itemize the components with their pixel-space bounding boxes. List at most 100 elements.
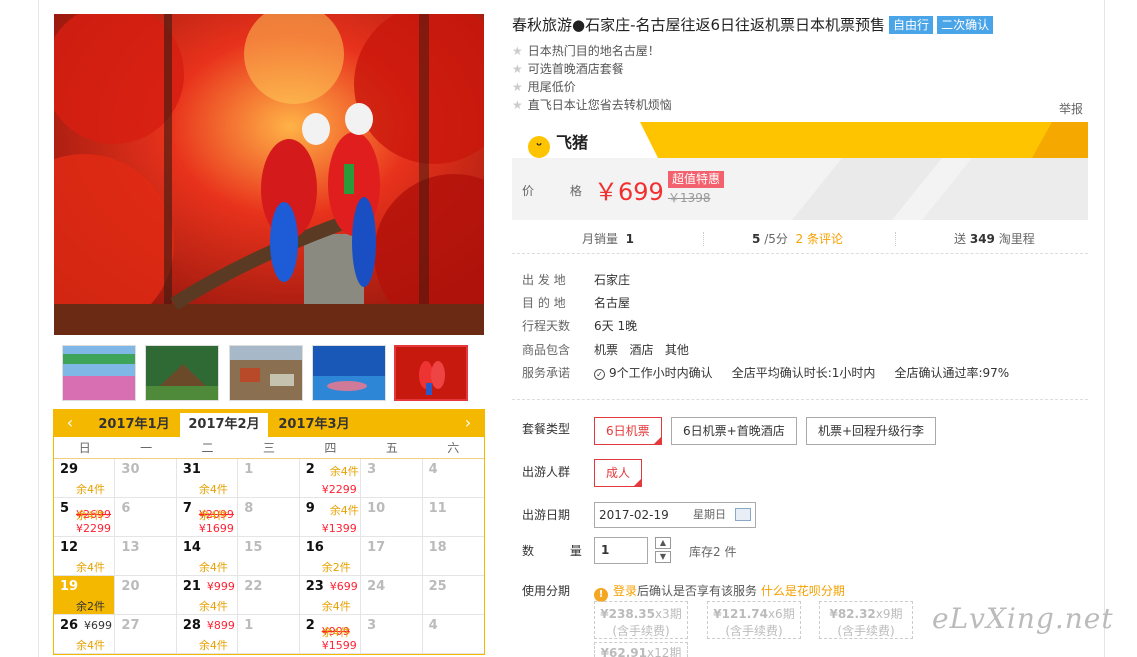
crowd-option-adult[interactable]: 成人 xyxy=(594,459,643,487)
login-link[interactable]: 登录 xyxy=(613,584,637,598)
attr-days: 行程天数 6天 1晚 xyxy=(522,317,637,334)
weekday-sat: 六 xyxy=(447,441,460,455)
installment-option-9[interactable]: ¥82.32x9期 (含手续费) xyxy=(819,601,913,639)
installment-option-3[interactable]: ¥238.35x3期 (含手续费) xyxy=(594,601,688,639)
quantity-input[interactable]: 1 xyxy=(594,537,648,564)
feature-item: ★ 甩尾低价 xyxy=(512,78,576,95)
monthly-sales-label: 月销量 xyxy=(582,232,619,246)
thumbnail-1[interactable] xyxy=(62,345,136,401)
calendar-day[interactable]: 2 ¥999 余4件 ¥1599 xyxy=(299,615,362,654)
calendar-day[interactable]: 12 余4件 xyxy=(54,537,116,576)
thumbnail-4[interactable] xyxy=(312,345,386,401)
calendar-day: 13 xyxy=(115,537,177,576)
day-stock: 余4件 xyxy=(198,509,228,522)
day-number: 28 xyxy=(182,618,201,633)
calendar-day[interactable]: 9 余4件 ¥1399 xyxy=(299,498,362,537)
stats-bar: 月销量 1 5 /5分 2 条评论 送 349 淘里程 xyxy=(512,226,1088,254)
feature-item: ★ 日本热门目的地名古屋！ xyxy=(512,42,660,59)
day-stock: 余4件 xyxy=(76,509,105,522)
day-number: 19 xyxy=(60,579,79,594)
day-number: 1 xyxy=(244,462,254,477)
day-stock: 余4件 xyxy=(321,600,351,613)
calendar-day[interactable]: 2 余4件 ¥2299 xyxy=(299,459,362,498)
installment-price: ¥82.32 xyxy=(829,607,876,621)
points-suffix: 淘里程 xyxy=(998,232,1035,246)
thumbnail-2[interactable] xyxy=(145,345,219,401)
date-label: 出游日期 xyxy=(522,508,571,522)
calendar-day[interactable]: 14 余4件 xyxy=(176,537,239,576)
calendar-day[interactable]: 23 ¥699 余4件 xyxy=(299,576,362,615)
day-price: ¥699 xyxy=(84,619,112,632)
day-number: 18 xyxy=(428,540,447,555)
tab-month-jan[interactable]: 2017年1月 xyxy=(90,413,178,437)
calendar-day[interactable]: 28 ¥899 余4件 xyxy=(176,615,239,654)
stock-count: 库存2 件 xyxy=(689,545,737,559)
next-month-arrow-icon[interactable]: › xyxy=(456,413,480,432)
calendar-day[interactable]: 5 ¥2699 余4件 ¥2299 xyxy=(54,498,116,537)
tab-month-feb[interactable]: 2017年2月 xyxy=(180,413,268,437)
day-stock: 余4件 xyxy=(198,561,228,574)
installment-option-6[interactable]: ¥121.74x6期 (含手续费) xyxy=(707,601,801,639)
day-number: 16 xyxy=(305,540,324,555)
package-option-luggage[interactable]: 机票+回程升级行李 xyxy=(806,417,937,445)
calendar-grid: 29 余4件 30 31 余4件 1 2 余4件 ¥2299 3 4 5 ¥2699 余4件 ¥2299 6 7… xyxy=(54,459,484,654)
calendar-day[interactable]: 16 余2件 xyxy=(299,537,362,576)
calendar-day[interactable]: 26 ¥699 余4件 xyxy=(54,615,116,654)
calendar-day: 10 xyxy=(361,498,423,537)
day-stock: 余2件 xyxy=(321,561,351,574)
day-number: 29 xyxy=(60,462,79,477)
calendar-day[interactable]: 21 ¥999 余4件 xyxy=(176,576,239,615)
day-number: 6 xyxy=(121,501,131,516)
calendar-day: 30 xyxy=(115,459,177,498)
travel-date-input[interactable]: 2017-02-19 星期日 xyxy=(594,502,756,528)
original-price: ￥1398 xyxy=(668,191,711,205)
day-number: 23 xyxy=(305,579,324,594)
attr-key: 出 发 地 xyxy=(522,273,566,287)
thumbnail-3[interactable] xyxy=(229,345,303,401)
calendar-day[interactable]: 7 ¥2099 余4件 ¥1699 xyxy=(176,498,239,537)
day-number: 4 xyxy=(428,618,438,633)
feature-item: ★ 可选首晚酒店套餐 xyxy=(512,60,624,77)
rating: 5 /5分 2 条评论 xyxy=(752,230,843,247)
installment-option-12[interactable]: ¥62.91x12期 xyxy=(594,642,688,657)
day-number: 21 xyxy=(182,579,201,594)
day-stock: 余4件 xyxy=(198,639,228,652)
what-is-huabei-link[interactable]: 什么是花呗分期 xyxy=(761,584,845,598)
rating-suffix: /5分 xyxy=(764,232,788,246)
weekday-thu: 四 xyxy=(324,441,337,455)
report-link[interactable]: 举报 xyxy=(1059,100,1083,117)
calendar-day: 1 xyxy=(238,459,300,498)
package-option-flight-hotel[interactable]: 6日机票+首晚酒店 xyxy=(671,417,797,445)
points-prefix: 送 xyxy=(954,232,967,246)
star-icon: ★ xyxy=(512,62,523,76)
calendar-day: 4 xyxy=(422,615,484,654)
brand-name: 飞猪 xyxy=(556,133,589,152)
day-number: 4 xyxy=(428,462,438,477)
day-price: ¥899 xyxy=(206,619,235,632)
qty-up-chevron-icon[interactable]: ▲ xyxy=(655,537,671,549)
qty-down-chevron-icon[interactable]: ▼ xyxy=(655,551,671,563)
thumbnail-strip xyxy=(54,342,484,404)
attr-value: 6天 1晚 xyxy=(594,319,638,333)
tab-month-mar[interactable]: 2017年3月 xyxy=(270,413,358,437)
package-option-6day-flight[interactable]: 6日机票 xyxy=(594,417,662,445)
calendar-day: 15 xyxy=(238,537,300,576)
calendar-icon[interactable] xyxy=(735,508,751,521)
calendar-day-selected[interactable]: 19 余2件 xyxy=(54,576,116,615)
calendar-day[interactable]: 29 余4件 xyxy=(54,459,116,498)
day-number: 25 xyxy=(428,579,447,594)
reviews-link[interactable]: 2 条评论 xyxy=(796,232,843,246)
thumbnail-5-selected[interactable] xyxy=(394,345,468,401)
warning-icon: ! xyxy=(594,588,608,602)
prev-month-arrow-icon[interactable]: ‹ xyxy=(58,413,82,432)
weekday-fri: 五 xyxy=(385,441,398,455)
brand-bar: ᵕ 飞猪 xyxy=(512,122,1088,158)
day-price-secondary: ¥1699 xyxy=(198,522,234,535)
monthly-sales: 月销量 1 xyxy=(582,230,634,247)
calendar-day[interactable]: 31 余4件 xyxy=(176,459,239,498)
day-number: 2 xyxy=(305,462,315,477)
day-number: 31 xyxy=(182,462,201,477)
star-icon: ★ xyxy=(512,80,523,94)
star-icon: ★ xyxy=(512,44,523,58)
watermark-text: eLvXing.net xyxy=(932,602,1114,635)
